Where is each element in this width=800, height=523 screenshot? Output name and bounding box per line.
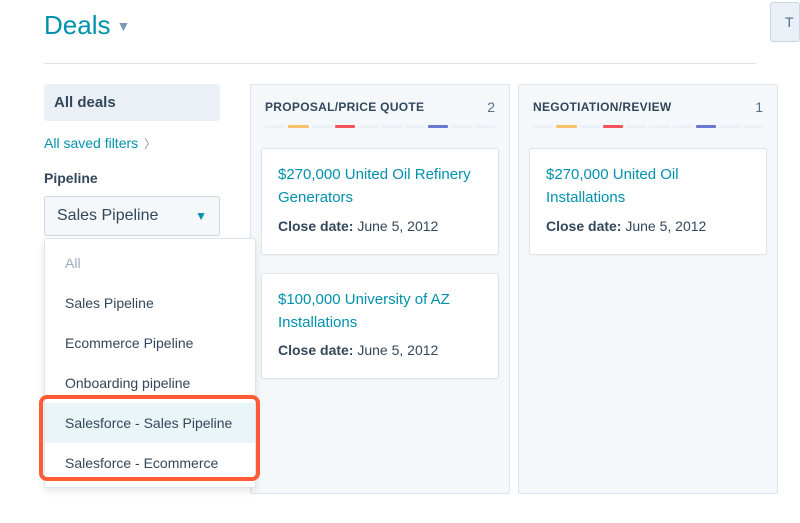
pipeline-option[interactable]: Sales Pipeline bbox=[45, 283, 255, 323]
board-column: PROPOSAL/PRICE QUOTE 2 $270,000 United Oil… bbox=[250, 84, 510, 494]
deal-board: PROPOSAL/PRICE QUOTE 2 $270,000 United Oil… bbox=[250, 84, 778, 494]
pipeline-dropdown: AllSales PipelineEcommerce PipelineOnboa… bbox=[44, 238, 256, 488]
deal-card-title[interactable]: $270,000 United Oil Installations bbox=[546, 163, 750, 210]
caret-down-icon: ▼ bbox=[116, 18, 130, 34]
pipeline-select[interactable]: Sales Pipeline ▼ bbox=[44, 196, 220, 236]
close-date-label: Close date: bbox=[278, 218, 357, 234]
page-header: Deals ▼ bbox=[44, 10, 756, 64]
close-date-value: June 5, 2012 bbox=[357, 218, 438, 234]
stage-stripe bbox=[519, 125, 777, 138]
deal-card-meta: Close date: June 5, 2012 bbox=[278, 342, 482, 358]
deal-card-meta: Close date: June 5, 2012 bbox=[546, 218, 750, 234]
deal-card[interactable]: $100,000 University of AZ Installations C… bbox=[261, 273, 499, 380]
column-count: 2 bbox=[487, 99, 495, 115]
all-saved-filters-link[interactable]: All saved filters 〉 bbox=[44, 121, 220, 170]
chevron-right-icon: 〉 bbox=[144, 137, 156, 151]
deal-card-title[interactable]: $100,000 University of AZ Installations bbox=[278, 288, 482, 335]
pipeline-option[interactable]: Salesforce - Sales Pipeline bbox=[45, 403, 255, 443]
caret-down-icon: ▼ bbox=[195, 209, 207, 223]
all-deals-filter[interactable]: All deals bbox=[44, 84, 220, 121]
pipeline-option[interactable]: Salesforce - Ecommerce bbox=[45, 443, 255, 483]
column-header: PROPOSAL/PRICE QUOTE 2 bbox=[251, 85, 509, 125]
page-title: Deals bbox=[44, 10, 110, 41]
close-date-label: Close date: bbox=[546, 218, 625, 234]
deal-card[interactable]: $270,000 United Oil Refinery Generators C… bbox=[261, 148, 499, 255]
column-header: NEGOTIATION/REVIEW 1 bbox=[519, 85, 777, 125]
pipeline-option[interactable]: All bbox=[45, 243, 255, 283]
deal-card-title[interactable]: $270,000 United Oil Refinery Generators bbox=[278, 163, 482, 210]
deal-card[interactable]: $270,000 United Oil Installations Close d… bbox=[529, 148, 767, 255]
top-right-button[interactable]: T bbox=[770, 2, 800, 42]
pipeline-label: Pipeline bbox=[44, 170, 220, 186]
content-area: All deals All saved filters 〉 Pipeline S… bbox=[44, 84, 756, 494]
pipeline-option[interactable]: Ecommerce Pipeline bbox=[45, 323, 255, 363]
column-title: NEGOTIATION/REVIEW bbox=[533, 100, 672, 114]
column-title: PROPOSAL/PRICE QUOTE bbox=[265, 100, 424, 114]
close-date-value: June 5, 2012 bbox=[357, 342, 438, 358]
deals-title-dropdown[interactable]: Deals ▼ bbox=[44, 10, 130, 41]
close-date-value: June 5, 2012 bbox=[625, 218, 706, 234]
deal-card-meta: Close date: June 5, 2012 bbox=[278, 218, 482, 234]
stage-stripe bbox=[251, 125, 509, 138]
close-date-label: Close date: bbox=[278, 342, 357, 358]
column-count: 1 bbox=[755, 99, 763, 115]
pipeline-option[interactable]: Onboarding pipeline bbox=[45, 363, 255, 403]
board-column: NEGOTIATION/REVIEW 1 $270,000 United Oil I… bbox=[518, 84, 778, 494]
sidebar: All deals All saved filters 〉 Pipeline S… bbox=[44, 84, 220, 236]
